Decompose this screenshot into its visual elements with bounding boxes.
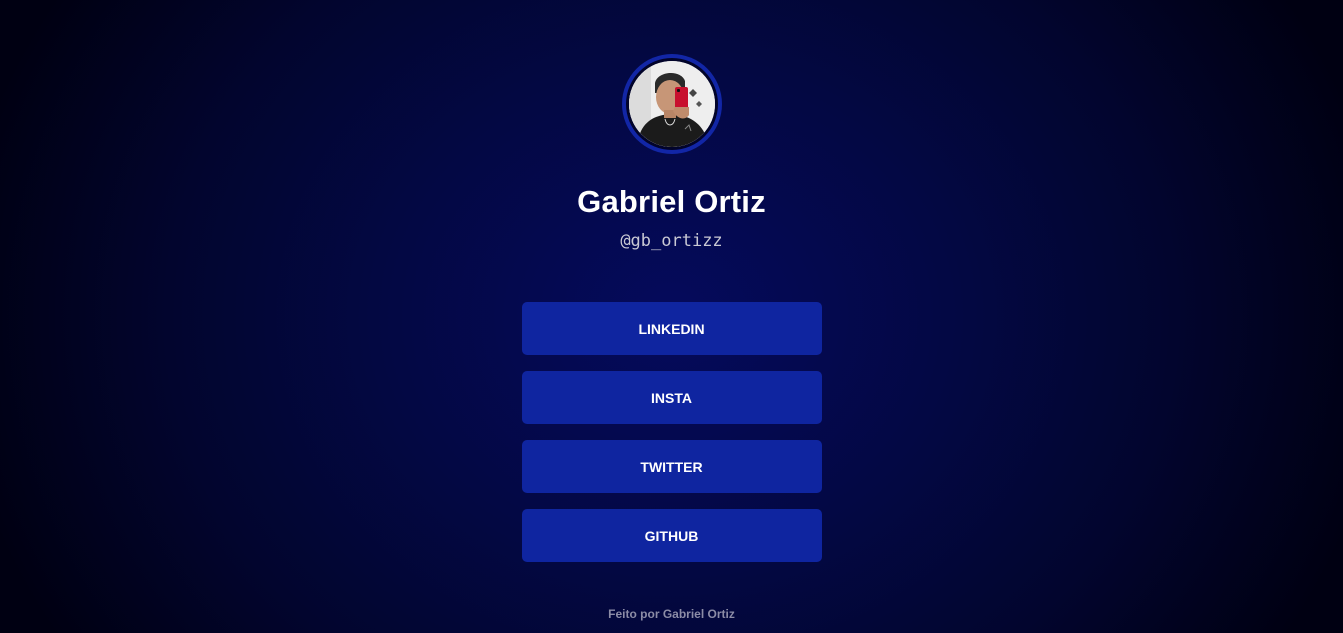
profile-name: Gabriel Ortiz <box>577 184 766 219</box>
footer-credit: Feito por Gabriel Ortiz <box>608 607 735 621</box>
avatar-photo-icon <box>628 61 715 147</box>
instagram-link-button[interactable]: INSTA <box>521 371 822 424</box>
profile-handle: @gb_ortizz <box>620 231 723 251</box>
avatar-frame <box>625 58 718 150</box>
link-list: LINKEDIN INSTA TWITTER GITHUB <box>521 302 822 578</box>
avatar <box>628 61 715 147</box>
profile-card: Gabriel Ortiz @gb_ortizz LINKEDIN INSTA … <box>0 0 1343 578</box>
linkedin-link-button[interactable]: LINKEDIN <box>521 302 822 355</box>
twitter-link-button[interactable]: TWITTER <box>521 440 822 493</box>
github-link-button[interactable]: GITHUB <box>521 509 822 562</box>
avatar-ring <box>621 54 722 154</box>
